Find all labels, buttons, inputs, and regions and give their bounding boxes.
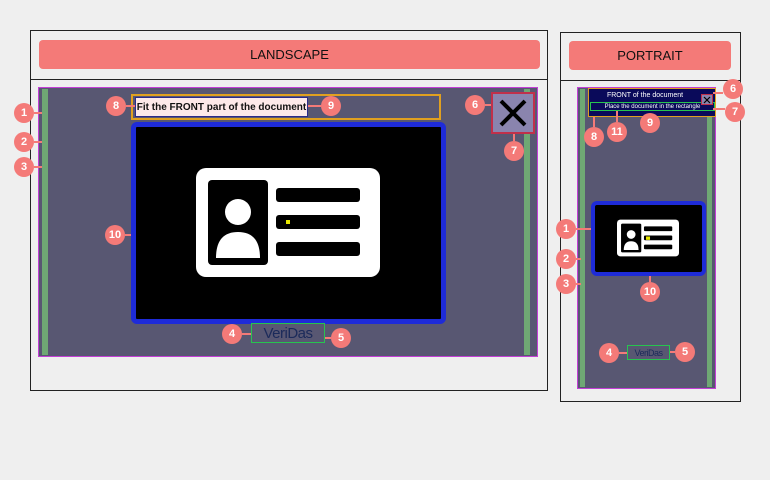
leader-p1	[576, 228, 591, 230]
marker-p7: 7	[725, 102, 745, 122]
landscape-banner-text: Fit the FRONT part of the document	[135, 97, 308, 117]
marker-p11: 11	[607, 122, 627, 142]
leader-10	[125, 234, 131, 236]
marker-p2: 2	[556, 249, 576, 269]
marker-p10: 10	[640, 282, 660, 302]
leader-8	[126, 105, 135, 107]
leader-6	[485, 104, 491, 106]
portrait-banner-subtitle: Place the document in the rectangle	[590, 102, 715, 111]
portrait-tab: PORTRAIT	[569, 41, 731, 70]
leader-p2	[576, 258, 581, 260]
leader-1	[34, 112, 42, 114]
leader-p10	[649, 276, 651, 282]
marker-p1: 1	[556, 219, 576, 239]
leader-2	[34, 141, 42, 143]
landscape-close-button[interactable]	[491, 92, 535, 134]
marker-p5: 5	[675, 342, 695, 362]
marker-3: 3	[14, 157, 34, 177]
leader-p6	[713, 92, 723, 94]
marker-4: 4	[222, 324, 242, 344]
marker-7: 7	[504, 141, 524, 161]
portrait-close-button[interactable]	[701, 94, 713, 105]
leader-p8	[593, 117, 595, 127]
marker-9: 9	[321, 96, 341, 116]
marker-p6: 6	[723, 79, 743, 99]
marker-p8: 8	[584, 127, 604, 147]
marker-p4: 4	[599, 343, 619, 363]
portrait-veridas-logo: VeriDas	[627, 345, 670, 360]
close-icon	[703, 96, 711, 103]
leader-p7	[713, 108, 725, 110]
leader-3	[34, 166, 42, 168]
marker-5: 5	[331, 328, 351, 348]
marker-10: 10	[105, 225, 125, 245]
close-icon	[499, 99, 527, 127]
leader-5	[325, 337, 331, 339]
leader-p11	[616, 111, 618, 122]
leader-p3	[576, 283, 581, 285]
portrait-header-divider	[560, 80, 741, 81]
leader-p4	[619, 352, 627, 354]
leader-7	[513, 134, 515, 141]
marker-2: 2	[14, 132, 34, 152]
marker-8: 8	[106, 96, 126, 116]
id-card-icon	[617, 219, 679, 257]
landscape-header-divider	[30, 79, 548, 80]
landscape-left-stripe	[42, 89, 48, 355]
marker-p9: 9	[640, 113, 660, 133]
portrait-right-stripe	[707, 89, 712, 387]
id-card-icon	[196, 168, 380, 277]
leader-9	[308, 105, 321, 107]
leader-4	[242, 333, 251, 335]
marker-1: 1	[14, 103, 34, 123]
portrait-banner-title: FRONT of the document	[606, 92, 684, 99]
marker-6: 6	[465, 95, 485, 115]
leader-p5	[670, 351, 675, 353]
landscape-tab: LANDSCAPE	[39, 40, 540, 69]
landscape-veridas-logo: VeriDas	[251, 323, 325, 343]
marker-p3: 3	[556, 274, 576, 294]
